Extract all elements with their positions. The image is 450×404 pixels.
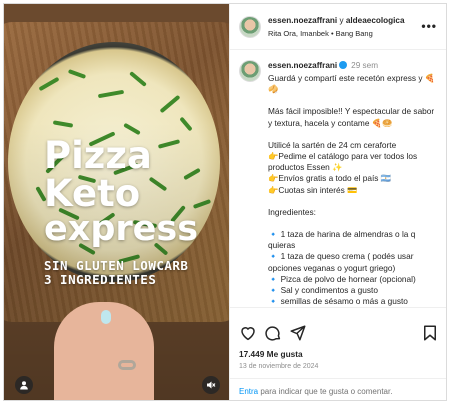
caption-username-link[interactable]: essen.noezaffrani <box>268 61 337 70</box>
audio-track-link[interactable]: Rita Ora, Imanbek • Bang Bang <box>268 29 373 38</box>
caption-line: 👉Envíos gratis a todo el país 🇦🇷 <box>268 173 392 184</box>
caption-line: 🔹 Pizca de polvo de hornear (opcional) <box>268 273 416 284</box>
caption-line: 🔹 1 taza de queso crema ( podés usar opc… <box>268 251 414 273</box>
muted-speaker-icon <box>207 381 216 389</box>
more-options-icon[interactable]: ••• <box>421 19 437 33</box>
caption-area: essen.noezaffrani 29 sem Guardá y compart… <box>230 51 446 307</box>
tagged-users-button[interactable] <box>15 376 33 394</box>
caption-line: Guardá y compartí este recetón express y… <box>268 73 436 95</box>
media-title-line1: Pizza <box>44 134 152 177</box>
author-username-link[interactable]: essen.noezaffrani <box>268 16 337 25</box>
post-media[interactable]: Pizza Keto express SIN GLUTEN LOWCARB 3 … <box>4 4 229 400</box>
send-icon[interactable] <box>289 324 307 342</box>
avatar[interactable] <box>239 16 261 38</box>
mute-button[interactable] <box>202 376 220 394</box>
caption-line: 🔹 Sal y condimentos a gusto <box>268 285 378 296</box>
instagram-post: Pizza Keto express SIN GLUTEN LOWCARB 3 … <box>3 3 447 401</box>
caption-line: 👉Pedime el catálogo para ver todos los p… <box>268 151 418 173</box>
caption-spacer <box>268 95 440 106</box>
caption-spacer <box>268 218 440 229</box>
like-count[interactable]: 17.449 Me gusta <box>239 349 303 359</box>
caption-line: Más fácil imposible!! Y espectacular de … <box>268 106 435 128</box>
caption-line: Utilicé la sartén de 24 cm ceraforte <box>268 139 397 150</box>
collaborator-username-link[interactable]: aldeaecologica <box>346 16 405 25</box>
caption-spacer <box>268 196 440 207</box>
bookmark-icon[interactable] <box>421 324 439 342</box>
post-time[interactable]: 29 sem <box>351 61 378 70</box>
media-subtitle-line1: SIN GLUTEN LOWCARB <box>44 258 189 273</box>
post-side-panel: essen.noezaffrani y aldeaecologica Rita … <box>229 4 446 400</box>
login-link[interactable]: Entra <box>239 387 258 396</box>
verified-badge-icon <box>339 61 348 69</box>
caption-avatar[interactable] <box>239 60 261 82</box>
caption-line: Ingredientes: <box>268 206 316 217</box>
media-subtitle-line2: 3 INGREDIENTES <box>44 272 157 287</box>
media-title-line3: express <box>44 209 199 249</box>
caption-text: Guardá y compartí este recetón express y… <box>268 73 440 307</box>
caption-line: 🔹 1 taza de harina de almendras o la q q… <box>268 229 416 251</box>
comment-icon[interactable] <box>264 324 282 342</box>
action-bar: 17.449 Me gusta 13 de noviembre de 2024 … <box>230 307 446 400</box>
heart-icon[interactable] <box>239 324 257 342</box>
caption-line: 🔹 semillas de sésamo o más a gusto <box>268 296 408 307</box>
post-header: essen.noezaffrani y aldeaecologica Rita … <box>230 4 446 50</box>
caption-spacer <box>268 129 440 140</box>
comment-login-bar: Entra para indicar que te gusta o coment… <box>230 378 446 400</box>
comment-login-text: para indicar que te gusta o comentar. <box>258 387 393 396</box>
caption-line: 👉Cuotas sin interés 💳 <box>268 184 358 195</box>
post-date: 13 de noviembre de 2024 <box>239 363 319 370</box>
hand-image <box>54 302 154 400</box>
collab-joiner: y <box>339 16 344 25</box>
person-icon <box>20 381 28 390</box>
